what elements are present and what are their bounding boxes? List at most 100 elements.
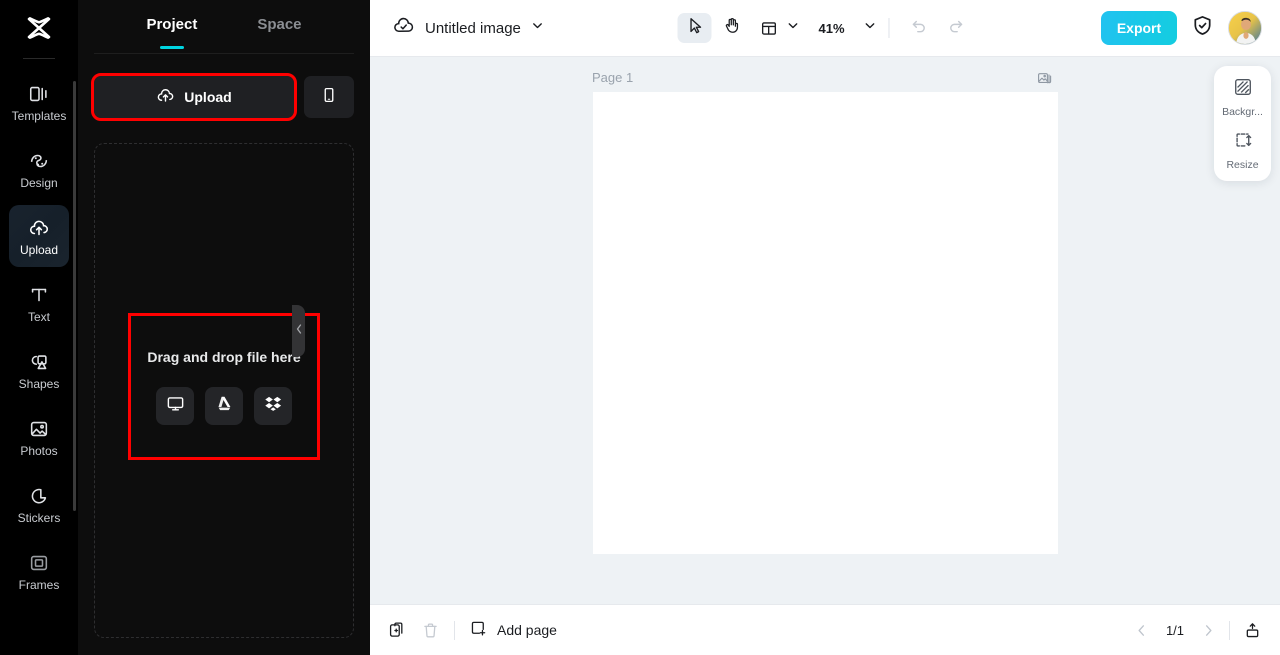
top-toolbar: Untitled image 41% Export [370,0,1280,57]
layout-tool-button[interactable] [751,13,799,43]
bottom-divider [1229,620,1230,640]
page-indicator: 1/1 [1165,622,1185,638]
bottom-left-group: Add page [388,619,557,641]
dropzone-sources [156,386,292,425]
sidebar-item-text[interactable]: Text [9,272,69,334]
toolbar-center: 41% [677,13,972,43]
photos-icon [28,418,50,440]
tab-space[interactable]: Space [257,16,301,45]
upload-cloud-icon [156,86,175,108]
sidebar-item-stickers[interactable]: Stickers [9,473,69,535]
undo-button[interactable] [902,13,936,43]
sidebar-item-templates[interactable]: Templates [9,71,69,133]
upload-from-dropbox-button[interactable] [254,386,292,425]
next-page-button[interactable] [1201,623,1216,638]
upload-button[interactable]: Upload [91,73,297,121]
dropzone-text: Drag and drop file here [147,348,301,365]
upload-from-computer-button[interactable] [156,386,194,425]
canvas-float-panel: Backgr... Resize [1214,66,1271,181]
upload-dropzone[interactable]: Drag and drop file here [94,143,354,638]
sidebar-item-label: Upload [19,242,59,257]
chevron-down-icon [864,19,877,37]
chevron-down-icon [786,19,799,37]
main-area: Untitled image 41% Export Page 1 Backgr.… [370,0,1280,655]
sidebar-item-label: Stickers [17,510,61,525]
rail-scroll: Templates Design Upload Text Shapes Phot… [0,67,78,655]
avatar[interactable] [1228,11,1262,45]
chevron-down-icon[interactable] [531,19,544,37]
sidebar-item-label: Design [20,175,58,190]
sidebar-item-photos[interactable]: Photos [9,406,69,468]
sidebar-item-shapes[interactable]: Shapes [9,339,69,401]
dropbox-icon [264,394,283,418]
cursor-arrow-icon [685,16,704,40]
templates-icon [28,83,50,105]
undo-icon [909,16,928,40]
project-panel: Project Space Upload Drag and drop file … [78,0,370,655]
tabs-underline [94,53,354,54]
sidebar-item-label: Text [27,309,50,324]
resize-label: Resize [1226,158,1259,171]
sidebar-item-label: Templates [11,108,67,123]
sidebar-item-frames[interactable]: Frames [9,540,69,602]
panel-collapse-handle[interactable] [292,305,305,357]
rail-scrollbar[interactable] [73,81,76,511]
present-upload-button[interactable] [1243,621,1262,640]
image-stack-icon[interactable] [1037,70,1053,91]
sidebar-item-label: Shapes [18,376,60,391]
add-page-icon [469,619,488,641]
shield-check-icon[interactable] [1191,14,1214,42]
document-title[interactable]: Untitled image [425,20,521,37]
frames-icon [28,552,50,574]
background-pattern-icon [1233,77,1253,102]
duplicate-page-button[interactable] [388,621,407,640]
bottom-right-group: 1/1 [1134,620,1262,640]
background-label: Backgr... [1222,106,1263,118]
google-drive-icon [215,394,234,418]
sidebar-item-label: Photos [20,443,58,458]
bottom-toolbar: Add page 1/1 [370,604,1280,655]
background-button[interactable]: Backgr... [1214,77,1271,118]
upload-cloud-icon [28,217,50,239]
page-canvas[interactable] [593,92,1058,554]
upload-from-google-drive-button[interactable] [205,386,243,425]
bottom-divider [454,620,455,640]
capcut-logo-icon[interactable] [0,0,78,56]
monitor-icon [166,394,185,418]
canvas-area[interactable]: Page 1 Backgr... Resize [370,57,1280,604]
resize-button[interactable]: Resize [1214,130,1271,171]
resize-icon [1233,130,1253,155]
redo-icon [946,16,965,40]
chevron-left-icon [295,322,303,340]
rail-divider [23,58,55,59]
zoom-control[interactable]: 41% [814,19,876,37]
toolbar-divider [888,18,890,38]
hand-icon [722,16,741,40]
page-label: Page 1 [592,70,634,85]
text-icon [28,284,50,306]
shapes-icon [28,351,50,373]
delete-page-button[interactable] [421,621,440,640]
add-page-button[interactable]: Add page [469,619,557,641]
app-root: Templates Design Upload Text Shapes Phot… [0,0,1280,655]
select-tool-button[interactable] [677,13,712,43]
stickers-icon [28,485,50,507]
design-icon [28,150,50,172]
redo-button[interactable] [939,13,973,43]
upload-row: Upload [78,54,370,121]
sidebar-item-label: Frames [18,577,60,592]
upload-button-label: Upload [184,89,232,105]
mobile-phone-icon [320,86,338,109]
left-rail: Templates Design Upload Text Shapes Phot… [0,0,78,655]
panel-tabs: Project Space [78,0,370,54]
sidebar-item-upload[interactable]: Upload [9,205,69,267]
add-page-label: Add page [497,622,557,638]
prev-page-button[interactable] [1134,623,1149,638]
toolbar-left: Untitled image [370,14,544,42]
sidebar-item-design[interactable]: Design [9,138,69,200]
export-button[interactable]: Export [1101,11,1177,45]
tab-project[interactable]: Project [146,16,197,45]
hand-tool-button[interactable] [714,13,748,43]
mobile-upload-button[interactable] [304,76,354,118]
cloud-check-icon[interactable] [392,14,415,42]
